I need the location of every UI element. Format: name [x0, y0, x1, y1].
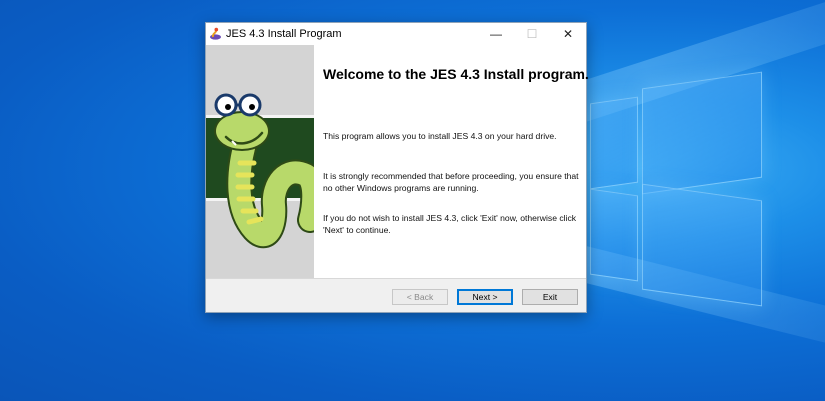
maximize-button[interactable]: ☐: [514, 23, 550, 45]
windows-logo-pane: [590, 96, 638, 190]
windows-logo-pane: [642, 71, 762, 195]
title-bar[interactable]: JES 4.3 Install Program — ☐ ✕: [206, 23, 586, 45]
back-button[interactable]: < Back: [392, 289, 448, 305]
wizard-content: Welcome to the JES 4.3 Install program. …: [206, 45, 589, 278]
installer-window: JES 4.3 Install Program — ☐ ✕ Welcome to…: [205, 22, 589, 313]
instruction-paragraph: If you do not wish to install JES 4.3, c…: [323, 213, 577, 235]
windows-logo-pane: [642, 183, 762, 307]
next-button[interactable]: Next >: [457, 289, 513, 305]
jes-snake-mascot: [206, 93, 314, 248]
window-title: JES 4.3 Install Program: [226, 28, 342, 40]
recommendation-paragraph: It is strongly recommended that before p…: [323, 171, 579, 193]
windows-logo-pane: [590, 188, 638, 282]
jes-snake-icon: [210, 27, 221, 40]
intro-paragraph: This program allows you to install JES 4…: [323, 131, 557, 141]
exit-button[interactable]: Exit: [522, 289, 578, 305]
side-banner: [206, 45, 314, 278]
button-bar: < Back Next > Exit: [206, 278, 586, 312]
minimize-button[interactable]: —: [478, 23, 514, 45]
close-button[interactable]: ✕: [550, 23, 586, 45]
welcome-heading: Welcome to the JES 4.3 Install program.: [323, 66, 589, 82]
